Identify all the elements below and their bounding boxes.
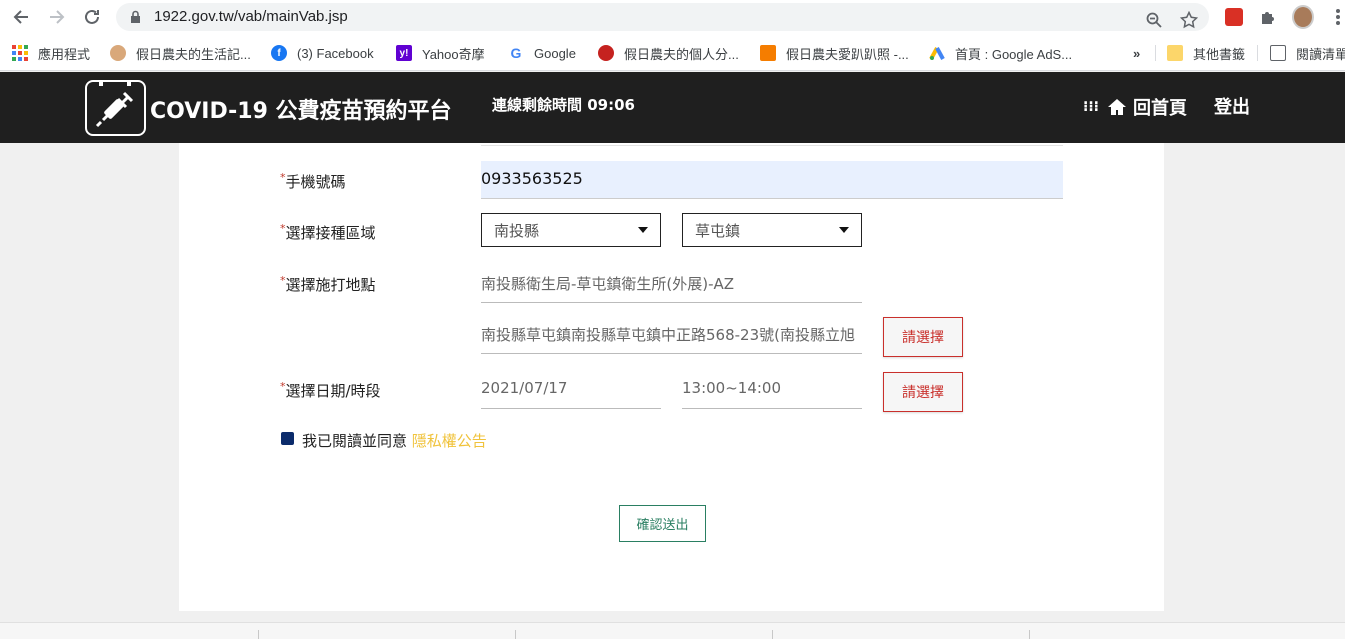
bookmarks-divider <box>1257 45 1258 61</box>
date-label-text: 選擇日期/時段 <box>285 382 381 400</box>
url-text: 1922.gov.tw/vab/mainVab.jsp <box>154 8 348 25</box>
bookmark-farmer-blog[interactable]: 假日農夫的生活記... <box>110 43 251 63</box>
bookmark-label: 其他書籤 <box>1193 46 1246 62</box>
bookmark-label: 應用程式 <box>38 46 91 62</box>
bookmarks-bar: 應用程式 假日農夫的生活記... f (3) Facebook y! Yahoo… <box>0 35 1345 71</box>
blogger-icon <box>760 45 776 61</box>
bookmark-blogger[interactable]: 假日農夫愛趴趴照 -... <box>760 43 909 63</box>
county-value: 南投縣 <box>494 222 540 240</box>
bookmark-other-folder[interactable]: 其他書籤 <box>1167 43 1245 63</box>
site-title: COVID-19 公費疫苗預約平台 <box>150 99 452 124</box>
bookmark-label: 假日農夫的生活記... <box>136 46 251 62</box>
bookmark-google-ads[interactable]: 首頁 : Google AdS... <box>929 43 1072 63</box>
farmer-avatar-icon <box>110 45 126 61</box>
privacy-link[interactable]: 隱私權公告 <box>412 432 487 450</box>
home-link-label: 回首頁 <box>1132 98 1187 119</box>
bookmark-label: Google <box>534 45 576 61</box>
bookmark-label: 假日農夫的個人分... <box>624 46 739 62</box>
phone-input[interactable]: 0933563525 <box>481 161 1063 199</box>
agree-text: 我已閱讀並同意 隱私權公告 <box>302 430 487 451</box>
kebab-menu-icon[interactable] <box>1327 6 1345 28</box>
site-name-field[interactable]: 南投縣衛生局-草屯鎮衛生所(外展)-AZ <box>481 265 862 303</box>
vaccine-logo-icon[interactable] <box>85 76 146 136</box>
star-bookmark-icon[interactable] <box>1178 9 1200 31</box>
menu-dots-icon: ⁝⁝⁝ <box>1083 99 1099 115</box>
agree-checkbox[interactable] <box>281 432 294 445</box>
yahoo-icon: y! <box>396 45 412 61</box>
browser-toolbar: 1922.gov.tw/vab/mainVab.jsp <box>0 0 1345 35</box>
session-countdown: 連線剩餘時間 09:06 <box>492 96 635 114</box>
choose-site-button[interactable]: 請選擇 <box>883 317 963 357</box>
home-link[interactable]: ⁝⁝⁝ 回首頁 <box>1083 94 1187 120</box>
township-select[interactable]: 草屯鎮 <box>682 213 862 247</box>
google-icon: G <box>510 45 522 61</box>
address-bar[interactable]: 1922.gov.tw/vab/mainVab.jsp <box>116 3 1209 31</box>
reading-list-icon <box>1270 45 1286 61</box>
area-label-text: 選擇接種區域 <box>285 224 376 242</box>
folder-icon <box>1167 45 1183 61</box>
bookmark-label: Yahoo奇摩 <box>422 46 485 62</box>
reading-list-button[interactable]: 閱讀清單 <box>1270 43 1345 63</box>
site-label: *選擇施打地點 <box>280 274 376 295</box>
back-arrow-icon[interactable] <box>9 5 33 29</box>
bookmark-facebook[interactable]: f (3) Facebook <box>271 43 374 63</box>
bookmark-label: 假日農夫愛趴趴照 -... <box>786 46 909 62</box>
bookmark-label: 首頁 : Google AdS... <box>955 46 1073 62</box>
agree-label: 我已閱讀並同意 <box>302 432 408 450</box>
bookmark-apps[interactable]: 應用程式 <box>12 43 90 63</box>
bottom-bar <box>0 622 1345 639</box>
google-ads-icon <box>929 45 945 61</box>
reload-icon[interactable] <box>80 5 104 29</box>
bookmarks-divider <box>1155 45 1156 61</box>
bottom-divider <box>515 630 516 639</box>
choose-date-button[interactable]: 請選擇 <box>883 372 963 412</box>
date-field[interactable]: 2021/07/17 <box>481 371 661 409</box>
bookmark-profile[interactable]: 假日農夫的個人分... <box>598 43 739 63</box>
area-label: *選擇接種區域 <box>280 222 376 243</box>
zoom-icon[interactable] <box>1143 9 1165 31</box>
bookmarks-overflow-button[interactable]: » <box>1133 43 1140 63</box>
bookmark-label: (3) Facebook <box>297 45 374 61</box>
facebook-icon: f <box>271 45 287 61</box>
site-address-field[interactable]: 南投縣草屯鎮南投縣草屯鎮中正路568-23號(南投縣立旭 <box>481 316 862 354</box>
reading-list-label: 閱讀清單 <box>1296 46 1345 62</box>
field-underline <box>481 145 1063 146</box>
phone-label: *手機號碼 <box>280 171 346 192</box>
profile-icon <box>598 45 614 61</box>
home-icon <box>1107 99 1126 115</box>
caret-down-icon <box>638 227 648 233</box>
forward-arrow-icon[interactable] <box>45 5 69 29</box>
phone-label-text: 手機號碼 <box>285 173 346 191</box>
bottom-divider <box>772 630 773 639</box>
bookmark-yahoo[interactable]: y! Yahoo奇摩 <box>396 43 485 63</box>
extensions-puzzle-icon[interactable] <box>1257 6 1279 28</box>
bookmark-google[interactable]: G Google <box>508 43 576 63</box>
time-slot-field[interactable]: 13:00~14:00 <box>682 371 862 409</box>
submit-button[interactable]: 確認送出 <box>619 505 706 542</box>
site-header: COVID-19 公費疫苗預約平台 連線剩餘時間 09:06 ⁝⁝⁝ 回首頁 登… <box>0 72 1345 143</box>
caret-down-icon <box>839 227 849 233</box>
booking-form-panel: *手機號碼 0933563525 *選擇接種區域 南投縣 草屯鎮 *選擇施打地點… <box>179 143 1164 611</box>
bottom-divider <box>1029 630 1030 639</box>
county-select[interactable]: 南投縣 <box>481 213 661 247</box>
date-label: *選擇日期/時段 <box>280 380 381 401</box>
site-label-text: 選擇施打地點 <box>285 276 376 294</box>
township-value: 草屯鎮 <box>695 222 741 240</box>
apps-grid-icon <box>12 45 28 61</box>
pdf-extension-icon[interactable] <box>1223 6 1245 28</box>
bottom-divider <box>258 630 259 639</box>
lock-icon <box>131 10 140 23</box>
profile-avatar-icon[interactable] <box>1292 5 1314 29</box>
logout-link[interactable]: 登出 <box>1214 93 1250 119</box>
